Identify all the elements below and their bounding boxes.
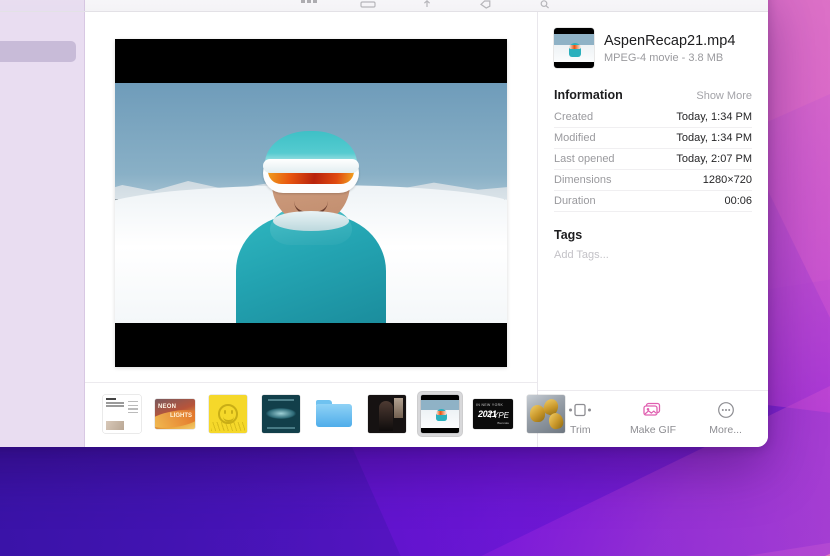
thumbnail-kicker: IN NEW YORK (476, 403, 504, 407)
dark-photo-thumbnail[interactable] (364, 391, 410, 437)
info-row: Created Today, 1:34 PM (554, 107, 752, 128)
info-key: Created (554, 111, 594, 123)
document-thumbnail[interactable] (99, 391, 145, 437)
sidebar-item-desktop[interactable]: Desktop (0, 177, 76, 198)
info-value: 1280×720 (702, 174, 752, 186)
tags-icon[interactable] (477, 0, 494, 9)
sidebar-item-documents[interactable]: Documents (0, 198, 76, 219)
thumbnail-art (209, 395, 247, 433)
thumbnail-label-secondary: LIGHTS (170, 413, 192, 419)
info-key: Dimensions (554, 174, 612, 186)
folder-thumbnail[interactable] (311, 391, 357, 437)
view-options-icon[interactable] (300, 0, 317, 9)
sidebar-item-downloads[interactable]: Downloads (0, 219, 76, 240)
info-key: Modified (554, 132, 596, 144)
finder-sidebar: iCloud iCloud Drive Shared Favorites Air… (0, 12, 85, 447)
teal-poster-thumbnail[interactable] (258, 391, 304, 437)
thumbnail-art: IN NEW YORK 2021 TYPE Biennale (473, 399, 513, 429)
thumbnail-art (527, 395, 565, 433)
sidebar-item-tag-purple[interactable]: Purple (0, 384, 76, 405)
file-header: AspenRecap21.mp4 MPEG-4 movie - 3.8 MB (554, 28, 752, 68)
file-thumbnail (554, 28, 594, 68)
add-tags-field[interactable]: Add Tags... (554, 249, 752, 261)
info-value: 00:06 (724, 195, 752, 207)
file-meta: MPEG-4 movie - 3.8 MB (604, 51, 724, 64)
sidebar-item-tag-yellow[interactable]: Yellow (0, 316, 76, 337)
thumbnail-art (103, 395, 141, 433)
info-row: Last opened Today, 2:07 PM (554, 149, 752, 170)
info-row: Dimensions 1280×720 (554, 170, 752, 191)
sidebar-item-airdrop[interactable]: AirDrop (0, 114, 76, 135)
preview-stage (85, 12, 537, 382)
thumbnail-strip: NEON LIGHTS IN NEW YORK 2021 TYPE Bienna… (85, 391, 565, 437)
show-more-button[interactable]: Show More (696, 90, 752, 102)
finder-window: iCloud iCloud Drive Shared Favorites Air… (0, 0, 768, 447)
video-frame-content (115, 83, 507, 323)
info-key: Last opened (554, 153, 615, 165)
info-value: Today, 1:34 PM (676, 111, 752, 123)
make-gif-label: Make GIF (629, 424, 677, 436)
desktop-wallpaper: iCloud iCloud Drive Shared Favorites Air… (0, 0, 830, 556)
thumbnail-bar: NEON LIGHTS IN NEW YORK 2021 TYPE Bienna… (85, 382, 565, 447)
make-gif-button[interactable]: Make GIF (622, 400, 684, 436)
information-title: Information (554, 88, 623, 102)
share-icon[interactable] (418, 0, 435, 9)
make-gif-icon (641, 400, 665, 419)
type-poster-thumbnail[interactable]: IN NEW YORK 2021 TYPE Biennale (470, 391, 516, 437)
trim-icon (568, 400, 592, 419)
search-icon[interactable] (536, 0, 553, 9)
sidebar-group-title-icloud: iCloud (0, 20, 84, 41)
sidebar-item-shared[interactable]: Shared (0, 62, 76, 83)
skier-subject (235, 131, 387, 323)
thumbnail-title: TYPE (488, 411, 509, 420)
sidebar-item-tag-green[interactable]: Green (0, 337, 76, 358)
smiley-artwork-thumbnail[interactable] (205, 391, 251, 437)
info-row: Duration 00:06 (554, 191, 752, 212)
info-scroll-area: AspenRecap21.mp4 MPEG-4 movie - 3.8 MB I… (538, 12, 768, 390)
toolbar-buttons (85, 0, 768, 11)
toolbar-sidebar-region (0, 0, 85, 11)
info-sidebar: AspenRecap21.mp4 MPEG-4 movie - 3.8 MB I… (537, 12, 768, 447)
thumbnail-art (368, 395, 406, 433)
window-toolbar (0, 0, 768, 12)
quick-actions-bar: Trim Make GIF More... (538, 390, 768, 447)
thumbnail-art: NEON LIGHTS (155, 399, 195, 429)
info-value: Today, 1:34 PM (676, 132, 752, 144)
trim-label: Trim (570, 424, 591, 436)
skier-scarf (273, 211, 349, 231)
tags-section: Tags Add Tags... (554, 228, 752, 261)
info-key: Duration (554, 195, 596, 207)
info-row: Modified Today, 1:34 PM (554, 128, 752, 149)
sidebar-item-tag-orange[interactable]: Orange (0, 295, 76, 316)
gold-balloons-thumbnail[interactable] (523, 391, 569, 437)
sidebar-item-icloud-drive[interactable]: iCloud Drive (0, 41, 76, 62)
info-value: Today, 2:07 PM (676, 153, 752, 165)
file-header-text: AspenRecap21.mp4 MPEG-4 movie - 3.8 MB (604, 33, 735, 64)
sidebar-group-title-favorites: Favorites (0, 93, 84, 114)
sidebar-item-recents[interactable]: Recents (0, 135, 76, 156)
information-section-header: Information Show More (554, 88, 752, 102)
thumbnail-fineprint: Biennale (497, 421, 509, 425)
more-button[interactable]: More... (695, 400, 757, 436)
neon-lights-poster-thumbnail[interactable]: NEON LIGHTS (152, 391, 198, 437)
tags-title: Tags (554, 228, 583, 242)
skier-beanie-band (263, 159, 359, 173)
aspen-video-thumbnail[interactable] (417, 391, 463, 437)
video-preview[interactable] (115, 39, 507, 367)
group-icon[interactable] (359, 0, 376, 9)
thumbnail-art (421, 395, 459, 433)
more-label: More... (709, 424, 742, 436)
thumbnail-label-primary: NEON (158, 404, 177, 410)
thumbnail-art (262, 395, 300, 433)
thumbnail-art (315, 395, 353, 433)
preview-column: NEON LIGHTS IN NEW YORK 2021 TYPE Bienna… (85, 12, 565, 447)
file-name: AspenRecap21.mp4 (604, 32, 736, 49)
sidebar-item-applications[interactable]: Applications (0, 156, 76, 177)
sidebar-group-title-tags: Tags (0, 274, 84, 295)
more-circle-icon (717, 400, 735, 419)
